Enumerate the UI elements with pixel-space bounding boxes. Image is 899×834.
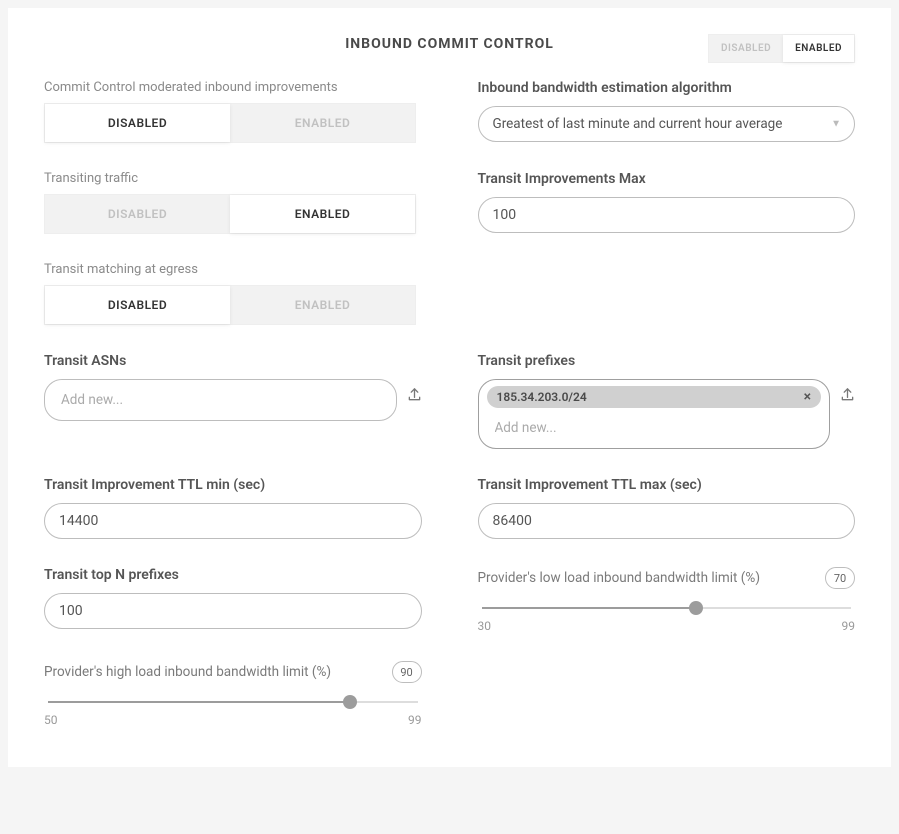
- ttl-min-input[interactable]: [44, 503, 422, 539]
- master-toggle-disabled[interactable]: DISABLED: [709, 35, 783, 62]
- slider-thumb[interactable]: [343, 695, 357, 709]
- transiting-disabled[interactable]: DISABLED: [45, 195, 230, 233]
- inbound-commit-control-panel: INBOUND COMMIT CONTROL DISABLED ENABLED …: [8, 8, 891, 767]
- prefixes-tagbox[interactable]: 185.34.203.0/24×: [478, 379, 831, 449]
- master-toggle: DISABLED ENABLED: [708, 34, 855, 63]
- low-load-max: 99: [842, 619, 856, 633]
- low-load-value: 70: [825, 567, 855, 589]
- prefix-chip: 185.34.203.0/24×: [487, 386, 822, 408]
- moderated-toggle: DISABLED ENABLED: [44, 103, 416, 143]
- transiting-enabled[interactable]: ENABLED: [230, 195, 415, 233]
- high-load-max: 99: [408, 713, 422, 727]
- high-load-min: 50: [44, 713, 58, 727]
- high-load-value: 90: [392, 661, 422, 683]
- master-toggle-enabled[interactable]: ENABLED: [783, 35, 854, 62]
- egress-disabled[interactable]: DISABLED: [45, 286, 230, 324]
- egress-enabled[interactable]: ENABLED: [230, 286, 415, 324]
- asns-tagbox[interactable]: [44, 379, 397, 421]
- asns-input[interactable]: [53, 386, 388, 414]
- ttl-min-label: Transit Improvement TTL min (sec): [44, 477, 422, 493]
- ttl-max-label: Transit Improvement TTL max (sec): [478, 477, 856, 493]
- upload-icon[interactable]: [407, 387, 422, 402]
- moderated-label: Commit Control moderated inbound improve…: [44, 80, 422, 95]
- prefixes-input[interactable]: [487, 414, 822, 442]
- algorithm-label: Inbound bandwidth estimation algorithm: [478, 80, 856, 96]
- moderated-enabled[interactable]: ENABLED: [230, 104, 415, 142]
- ttl-max-input[interactable]: [478, 503, 856, 539]
- top-n-input[interactable]: [44, 593, 422, 629]
- transiting-label: Transiting traffic: [44, 171, 422, 186]
- low-load-slider[interactable]: [482, 607, 852, 609]
- upload-icon[interactable]: [840, 387, 855, 402]
- remove-icon[interactable]: ×: [804, 390, 811, 404]
- moderated-disabled[interactable]: DISABLED: [45, 104, 230, 142]
- slider-thumb[interactable]: [689, 601, 703, 615]
- algorithm-select[interactable]: Greatest of last minute and current hour…: [478, 106, 856, 142]
- prefixes-label: Transit prefixes: [478, 353, 856, 369]
- egress-label: Transit matching at egress: [44, 262, 422, 277]
- high-load-label: Provider's high load inbound bandwidth l…: [44, 664, 331, 680]
- transiting-toggle: DISABLED ENABLED: [44, 194, 416, 234]
- low-load-min: 30: [478, 619, 492, 633]
- low-load-label: Provider's low load inbound bandwidth li…: [478, 570, 761, 586]
- high-load-slider[interactable]: [48, 701, 418, 703]
- egress-toggle: DISABLED ENABLED: [44, 285, 416, 325]
- asns-label: Transit ASNs: [44, 353, 422, 369]
- top-n-label: Transit top N prefixes: [44, 567, 422, 583]
- improv-max-label: Transit Improvements Max: [478, 171, 856, 187]
- page-title: INBOUND COMMIT CONTROL: [345, 36, 554, 52]
- improv-max-input[interactable]: [478, 197, 856, 233]
